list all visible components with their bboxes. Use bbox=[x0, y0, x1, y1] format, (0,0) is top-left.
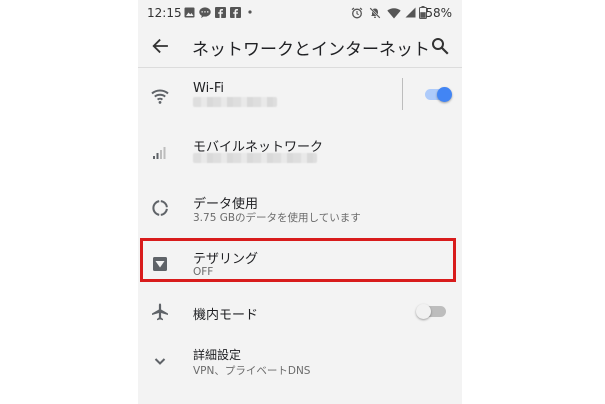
settings-item-airplane-mode[interactable]: 機内モード bbox=[138, 286, 462, 338]
facebook-icon bbox=[215, 7, 226, 18]
search-icon[interactable] bbox=[430, 36, 450, 56]
phone-screen: 12:15 58% ネットワークとインターネット Wi-Fi モバイルネットワー… bbox=[138, 0, 462, 404]
settings-item-tethering[interactable]: テザリング OFF bbox=[138, 238, 462, 290]
data-usage-icon bbox=[152, 200, 168, 216]
back-button[interactable] bbox=[150, 36, 170, 56]
signal-status-icon bbox=[405, 7, 416, 18]
settings-item-title: テザリング bbox=[193, 252, 259, 267]
app-bar: ネットワークとインターネット bbox=[138, 26, 462, 66]
airplane-icon bbox=[152, 303, 168, 321]
settings-item-subtitle: 3.75 GBのデータを使用しています bbox=[193, 212, 361, 224]
settings-item-title: Wi-Fi bbox=[193, 81, 225, 96]
chevron-down-icon bbox=[154, 358, 166, 365]
airplane-toggle-thumb bbox=[416, 304, 431, 319]
settings-item-title: 機内モード bbox=[193, 308, 259, 323]
wifi-toggle-thumb bbox=[437, 87, 452, 102]
carrier-name-redacted bbox=[193, 153, 317, 163]
status-bar: 12:15 58% bbox=[138, 0, 462, 26]
more-notifications-dot-icon bbox=[248, 10, 252, 14]
wifi-status-icon bbox=[387, 8, 401, 19]
settings-item-mobile-network[interactable]: モバイルネットワーク bbox=[138, 126, 462, 178]
settings-item-wifi[interactable]: Wi-Fi bbox=[138, 69, 462, 121]
app-bar-divider bbox=[138, 67, 462, 68]
wifi-toggle[interactable] bbox=[423, 86, 453, 104]
facebook-icon-2 bbox=[230, 7, 241, 18]
settings-item-subtitle: OFF bbox=[193, 266, 214, 278]
page-title: ネットワークとインターネット bbox=[192, 40, 430, 60]
image-icon bbox=[184, 7, 195, 18]
notifications-off-icon bbox=[369, 7, 381, 19]
message-icon bbox=[199, 7, 211, 18]
status-time: 12:15 bbox=[147, 6, 182, 20]
settings-item-title: 詳細設定 bbox=[193, 348, 242, 362]
settings-item-subtitle: VPN、プライベートDNS bbox=[193, 365, 311, 377]
alarm-icon bbox=[351, 7, 363, 19]
signal-icon bbox=[153, 147, 166, 159]
hotspot-icon bbox=[153, 257, 167, 271]
wifi-toggle-divider bbox=[402, 78, 403, 110]
settings-item-data-usage[interactable]: データ使用 3.75 GBのデータを使用しています bbox=[138, 182, 462, 234]
wifi-icon bbox=[151, 89, 169, 104]
settings-item-advanced[interactable]: 詳細設定 VPN、プライベートDNS bbox=[138, 336, 462, 388]
wifi-network-name-redacted bbox=[193, 97, 277, 107]
battery-percentage: 58% bbox=[425, 6, 452, 20]
airplane-mode-toggle[interactable] bbox=[416, 303, 446, 321]
